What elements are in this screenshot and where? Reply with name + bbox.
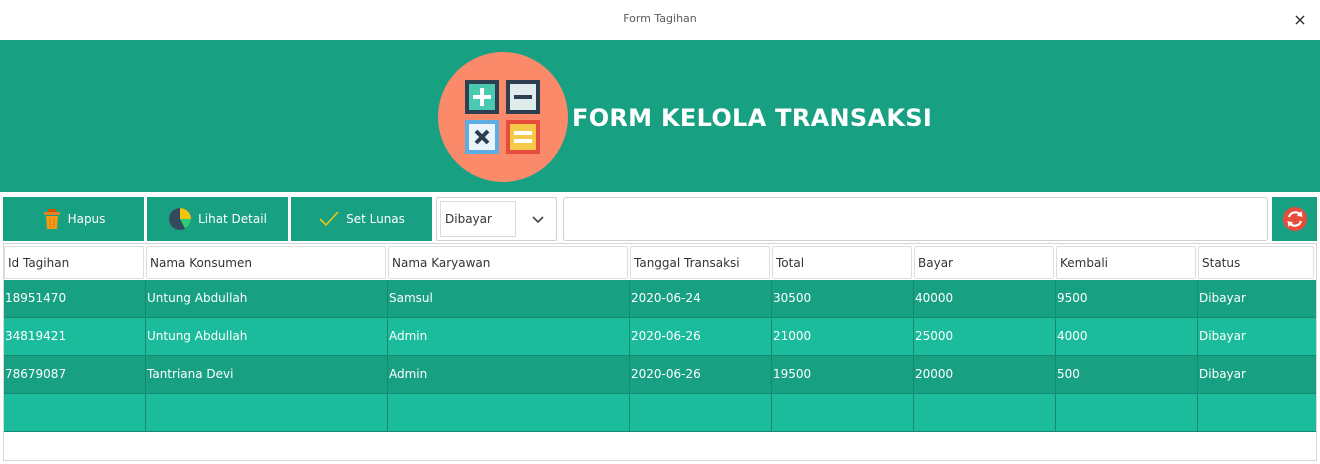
table-cell: Admin xyxy=(388,318,630,355)
column-header-id-tagihan[interactable]: Id Tagihan xyxy=(4,246,144,279)
hapus-button[interactable]: Hapus xyxy=(3,197,144,241)
table-cell: 19500 xyxy=(772,356,914,393)
column-header-nama-konsumen[interactable]: Nama Konsumen xyxy=(146,246,386,279)
table-cell: 30500 xyxy=(772,280,914,317)
pie-chart-icon xyxy=(169,208,192,230)
table-cell: 4000 xyxy=(1056,318,1198,355)
table-cell: Dibayar xyxy=(1199,329,1246,343)
table-cell: 2020-06-24 xyxy=(630,280,772,317)
table-cell: 40000 xyxy=(914,280,1056,317)
column-header-bayar[interactable]: Bayar xyxy=(914,246,1054,279)
table-cell: Untung Abdullah xyxy=(146,318,388,355)
table-cell: Dibayar xyxy=(1199,291,1246,305)
table-cell: Admin xyxy=(388,356,630,393)
lihat-detail-button[interactable]: Lihat Detail xyxy=(147,197,288,241)
table-cell: 2020-06-26 xyxy=(630,356,772,393)
table-cell xyxy=(630,394,772,431)
header-banner: FORM KELOLA TRANSAKSI xyxy=(0,40,1320,192)
column-header-status[interactable]: Status xyxy=(1198,246,1314,279)
transaction-table: Id Tagihan Nama Konsumen Nama Karyawan T… xyxy=(3,243,1317,461)
window-title: Form Tagihan xyxy=(623,12,697,25)
table-row[interactable]: 18951470 Untung Abdullah Samsul 2020-06-… xyxy=(4,280,1316,318)
column-header-kembali[interactable]: Kembali xyxy=(1056,246,1196,279)
table-cell xyxy=(388,394,630,431)
refresh-icon xyxy=(1282,207,1307,231)
table-cell xyxy=(146,394,388,431)
table-cell xyxy=(4,394,146,431)
status-filter-value: Dibayar xyxy=(440,201,516,237)
lihat-detail-label: Lihat Detail xyxy=(198,212,267,226)
table-cell: Dibayar xyxy=(1199,367,1246,381)
table-row-empty[interactable] xyxy=(4,394,1316,432)
table-cell: 20000 xyxy=(914,356,1056,393)
status-filter-select[interactable]: Dibayar xyxy=(436,197,557,241)
table-cell: 34819421 xyxy=(4,318,146,355)
set-lunas-button[interactable]: Set Lunas xyxy=(291,197,432,241)
table-header: Id Tagihan Nama Konsumen Nama Karyawan T… xyxy=(4,244,1316,280)
table-cell: 2020-06-26 xyxy=(630,318,772,355)
column-header-tanggal-transaksi[interactable]: Tanggal Transaksi xyxy=(630,246,770,279)
table-cell: 78679087 xyxy=(4,356,146,393)
window-titlebar: Form Tagihan xyxy=(0,0,1320,40)
table-cell: 25000 xyxy=(914,318,1056,355)
column-header-total[interactable]: Total xyxy=(772,246,912,279)
table-cell xyxy=(1056,394,1198,431)
calculator-icon xyxy=(438,52,568,182)
table-cell xyxy=(772,394,914,431)
refresh-button[interactable] xyxy=(1272,197,1317,241)
table-cell: Samsul xyxy=(388,280,630,317)
table-cell: 18951470 xyxy=(4,280,146,317)
close-icon[interactable] xyxy=(1288,8,1312,32)
table-cell xyxy=(1198,394,1316,431)
table-cell: 9500 xyxy=(1056,280,1198,317)
table-cell: 21000 xyxy=(772,318,914,355)
table-row[interactable]: 34819421 Untung Abdullah Admin 2020-06-2… xyxy=(4,318,1316,356)
search-input[interactable] xyxy=(563,197,1268,241)
chevron-down-icon xyxy=(532,216,544,224)
hapus-label: Hapus xyxy=(67,212,106,226)
table-cell: 500 xyxy=(1056,356,1198,393)
checkmark-icon xyxy=(319,211,339,227)
page-title: FORM KELOLA TRANSAKSI xyxy=(572,104,933,132)
column-header-nama-karyawan[interactable]: Nama Karyawan xyxy=(388,246,628,279)
table-cell: Untung Abdullah xyxy=(146,280,388,317)
set-lunas-label: Set Lunas xyxy=(346,212,405,226)
table-cell: Tantriana Devi xyxy=(146,356,388,393)
table-cell xyxy=(914,394,1056,431)
table-row[interactable]: 78679087 Tantriana Devi Admin 2020-06-26… xyxy=(4,356,1316,394)
trash-icon xyxy=(43,209,60,229)
